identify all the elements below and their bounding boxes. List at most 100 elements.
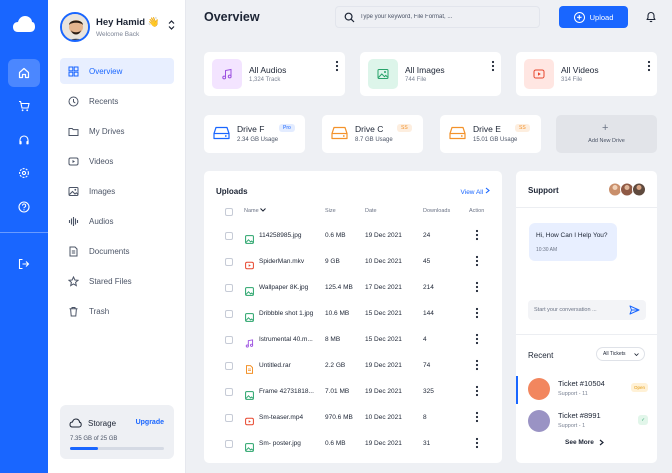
file-date: 15 Dec 2021 [365, 336, 402, 343]
row-checkbox[interactable] [225, 310, 233, 318]
image-file-icon [245, 231, 254, 249]
drive-badge: SS [397, 124, 412, 132]
ticket-item[interactable]: Ticket #10504 Support - 11 Open [528, 376, 648, 404]
image-file-icon [245, 309, 254, 327]
row-checkbox[interactable] [225, 362, 233, 370]
more-vertical-icon[interactable] [475, 437, 479, 449]
file-downloads: 74 [423, 362, 431, 369]
category-card-images[interactable]: All Images 744 File [360, 52, 501, 96]
more-vertical-icon[interactable] [491, 60, 495, 72]
settings-icon[interactable] [8, 159, 40, 187]
row-checkbox[interactable] [225, 232, 233, 240]
ticket-item[interactable]: Ticket #8991 Support - 1 ✓ [528, 408, 648, 436]
user-profile[interactable]: Hey Hamid 👋 Welcome Back [60, 12, 180, 44]
more-vertical-icon[interactable] [475, 229, 479, 241]
file-name: SpiderMan.mkv [259, 258, 305, 265]
ticket-avatar [528, 378, 550, 400]
support-title: Support [528, 186, 559, 195]
uploads-title: Uploads [216, 187, 248, 196]
chat-message-text: Hi, How Can I Help You? [536, 232, 608, 239]
table-row[interactable]: Wallpaper 8K.jpg 125.4 MB 17 Dec 2021 214 [204, 275, 502, 301]
table-row[interactable]: Sm- poster.jpg 0.6 MB 19 Dec 2021 31 [204, 431, 502, 457]
help-icon[interactable] [8, 193, 40, 221]
row-checkbox[interactable] [225, 440, 233, 448]
table-row[interactable]: Dribbble shot 1.jpg 10.6 MB 15 Dec 2021 144 [204, 301, 502, 327]
file-date: 19 Dec 2021 [365, 440, 402, 447]
divider [516, 334, 657, 335]
see-more-link[interactable]: See More [565, 439, 604, 446]
headphones-icon[interactable] [8, 126, 40, 154]
cloud-logo-icon[interactable] [12, 14, 36, 34]
table-row[interactable]: SpiderMan.mkv 9 GB 10 Dec 2021 45 [204, 249, 502, 275]
home-icon[interactable] [8, 59, 40, 87]
sidebar-item-recents[interactable]: Recents [60, 88, 174, 114]
more-vertical-icon[interactable] [475, 307, 479, 319]
view-all-link[interactable]: View All [461, 187, 490, 196]
search-box [335, 6, 540, 28]
sidebar-item-stared-files[interactable]: Stared Files [60, 268, 174, 294]
ticket-name: Ticket #10504 [558, 379, 605, 388]
row-checkbox[interactable] [225, 414, 233, 422]
storage-card: Storage Upgrade 7.35 GB of 25 GB [60, 405, 174, 459]
drive-icon [213, 126, 230, 140]
upload-button[interactable]: Upload [559, 6, 628, 28]
category-card-audios[interactable]: All Audios 1,324 Track [204, 52, 345, 96]
drive-name: Drive F [237, 124, 265, 134]
ticket-status-badge: Open [630, 383, 648, 392]
table-row[interactable]: Untitled.rar 2.2 GB 19 Dec 2021 74 [204, 353, 502, 379]
sidebar-item-documents[interactable]: Documents [60, 238, 174, 264]
file-name: Sm-teaser.mp4 [259, 414, 304, 421]
more-vertical-icon[interactable] [335, 60, 339, 72]
sidebar-item-trash[interactable]: Trash [60, 298, 174, 324]
file-name: Istrumental 40.m... [259, 336, 313, 343]
upgrade-link[interactable]: Upgrade [136, 419, 164, 426]
more-vertical-icon[interactable] [475, 359, 479, 371]
select-all-checkbox[interactable] [225, 208, 233, 216]
add-drive-label: Add New Drive [588, 138, 625, 144]
send-icon[interactable] [629, 305, 640, 315]
more-vertical-icon[interactable] [475, 333, 479, 345]
sidebar-item-my-drives[interactable]: My Drives [60, 118, 174, 144]
column-header-action: Action [469, 208, 485, 214]
drive-badge: Pro [279, 124, 295, 132]
sidebar-item-videos[interactable]: Videos [60, 148, 174, 174]
storage-title: Storage [88, 419, 117, 428]
plus-icon: + [602, 122, 609, 134]
sidebar-item-images[interactable]: Images [60, 178, 174, 204]
chat-message: Hi, How Can I Help You? 10:30 AM [529, 223, 617, 261]
drive-card-c[interactable]: Drive C SS 8.7 GB Usage [322, 115, 423, 153]
file-date: 17 Dec 2021 [365, 284, 402, 291]
table-row[interactable]: Sm-teaser.mp4 970.6 MB 10 Dec 2021 8 [204, 405, 502, 431]
see-more-label: See More [565, 439, 594, 446]
logout-icon[interactable] [8, 250, 40, 278]
sidebar-item-overview[interactable]: Overview [60, 58, 174, 84]
cart-icon[interactable] [8, 92, 40, 120]
more-vertical-icon[interactable] [647, 60, 651, 72]
chevron-updown-icon[interactable] [168, 19, 175, 31]
row-checkbox[interactable] [225, 258, 233, 266]
category-card-videos[interactable]: All Videos 314 File [516, 52, 657, 96]
file-downloads: 31 [423, 440, 431, 447]
search-input[interactable] [360, 10, 535, 24]
trash-icon [69, 306, 78, 316]
more-vertical-icon[interactable] [475, 281, 479, 293]
table-row[interactable]: 114258985.jpg 0.6 MB 19 Dec 2021 24 [204, 223, 502, 249]
more-vertical-icon[interactable] [475, 411, 479, 423]
add-drive-button[interactable]: + Add New Drive [556, 115, 657, 153]
row-checkbox[interactable] [225, 388, 233, 396]
more-vertical-icon[interactable] [475, 255, 479, 267]
table-row[interactable]: Frame 42731818... 7.01 MB 19 Dec 2021 325 [204, 379, 502, 405]
row-checkbox[interactable] [225, 336, 233, 344]
more-vertical-icon[interactable] [475, 385, 479, 397]
conversation-input[interactable] [534, 303, 622, 317]
ticket-avatar [528, 410, 550, 432]
ticket-filter-dropdown[interactable]: All Tickets [596, 347, 645, 361]
drive-card-f[interactable]: Drive F Pro 2.34 GB Usage [204, 115, 305, 153]
table-row[interactable]: Istrumental 40.m... 8 MB 15 Dec 2021 4 [204, 327, 502, 353]
sidebar-item-audios[interactable]: Audios [60, 208, 174, 234]
row-checkbox[interactable] [225, 284, 233, 292]
column-header-name[interactable]: Name [244, 208, 267, 214]
drive-name: Drive E [473, 124, 501, 134]
drive-card-e[interactable]: Drive E SS 15.01 GB Usage [440, 115, 541, 153]
bell-icon[interactable] [645, 10, 657, 23]
